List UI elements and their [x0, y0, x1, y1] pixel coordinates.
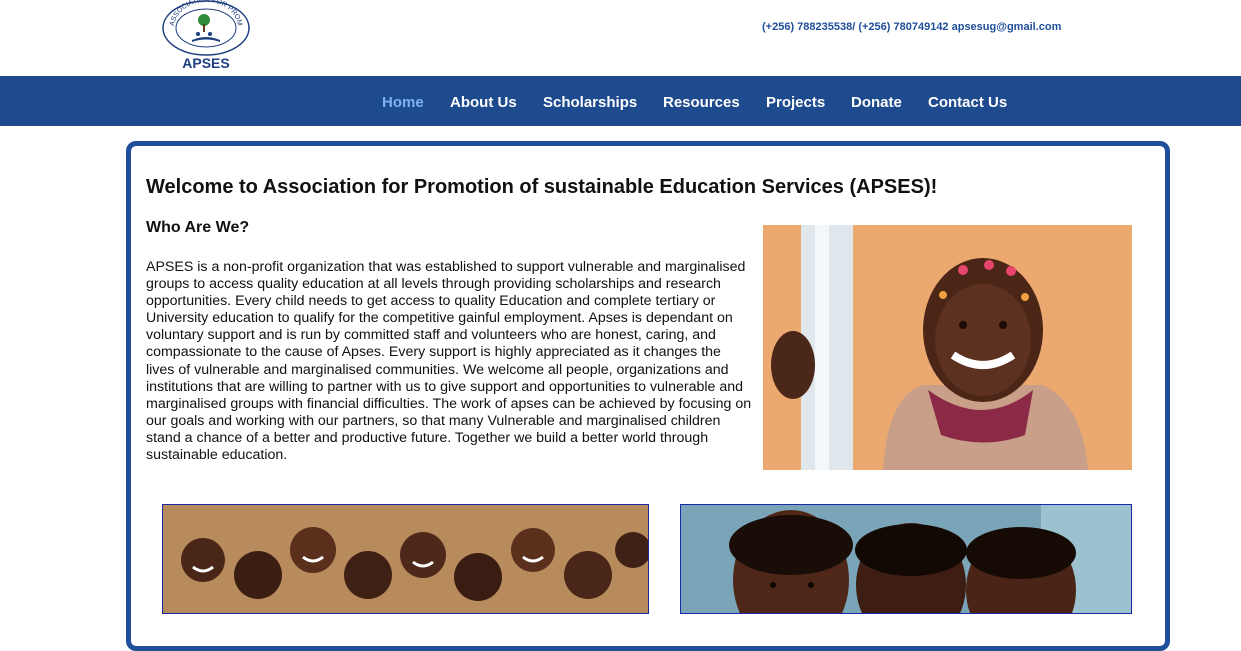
smiling-girl-photo	[763, 225, 1132, 470]
contact-info: (+256) 788235538/ (+256) 780749142 apses…	[762, 21, 1062, 33]
nav-donate[interactable]: Donate	[851, 76, 902, 126]
group-children-photo	[162, 504, 649, 614]
apses-logo[interactable]: ASSOCIATION FOR PROMOTION OF SUSTAINABLE…	[158, 0, 254, 72]
section-heading: Who Are We?	[146, 219, 250, 236]
page-title: Welcome to Association for Promotion of …	[146, 176, 938, 198]
nav-projects[interactable]: Projects	[766, 76, 825, 126]
main-nav: Home About Us Scholarships Resources Pro…	[0, 76, 1241, 126]
nav-contact-us[interactable]: Contact Us	[928, 76, 1007, 126]
nav-scholarships[interactable]: Scholarships	[543, 76, 637, 126]
about-paragraph: APSES is a non-profit organization that …	[146, 259, 752, 464]
children-closeup-photo	[680, 504, 1132, 614]
nav-home[interactable]: Home	[382, 76, 424, 126]
nav-about-us[interactable]: About Us	[450, 76, 517, 126]
logo-text: APSES	[182, 55, 229, 71]
nav-resources[interactable]: Resources	[663, 76, 740, 126]
top-header: ASSOCIATION FOR PROMOTION OF SUSTAINABLE…	[0, 0, 1241, 76]
